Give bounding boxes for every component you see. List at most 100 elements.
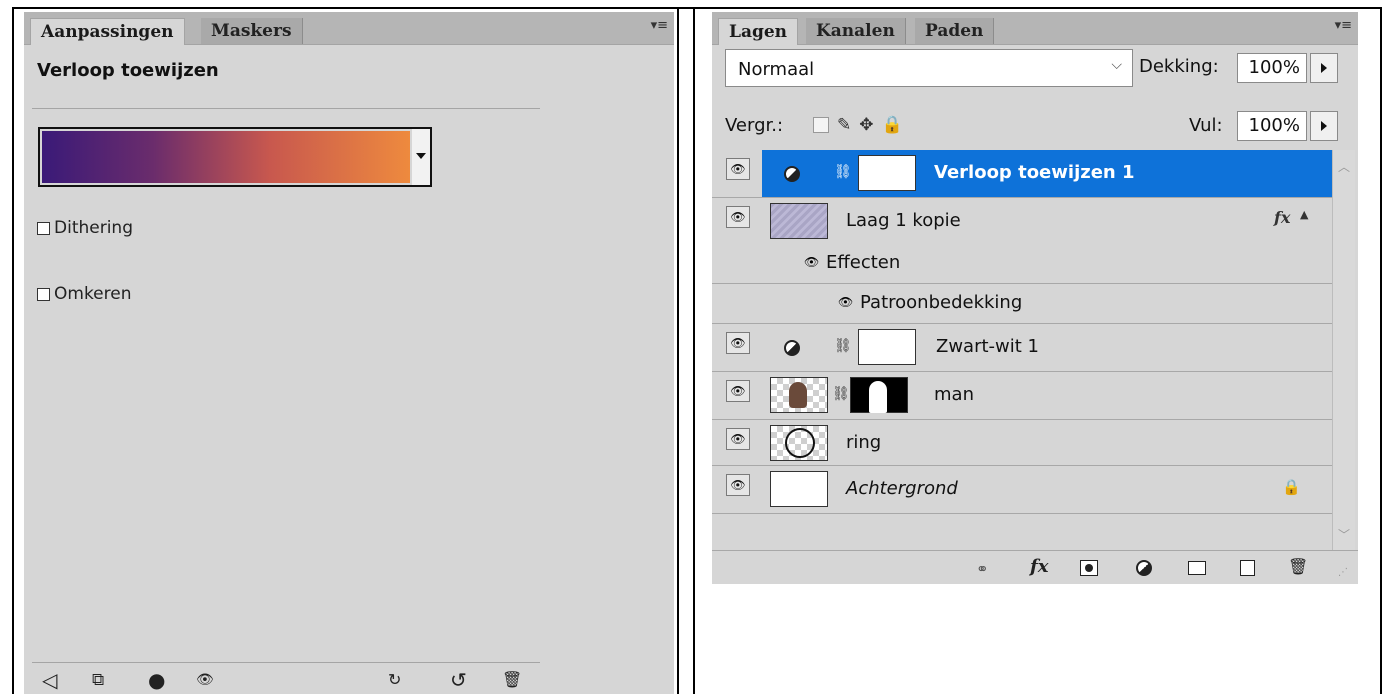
frame-divider-2 [693,7,695,694]
tab-lagen[interactable]: Lagen [718,18,799,45]
layer-name[interactable]: Achtergrond [846,478,958,499]
title-separator [32,108,540,109]
trash-icon[interactable]: 🗑 [502,668,522,692]
effects-label: Effecten [826,252,901,273]
opacity-slider-button[interactable] [1310,53,1338,83]
tab-maskers[interactable]: Maskers [201,18,303,44]
lock-label: Vergr.: [725,115,784,136]
layer-row-verloop-toewijzen-1[interactable]: 👁 ⛓ Verloop toewijzen 1 [712,150,1332,198]
opacity-field[interactable]: 100% [1237,53,1307,83]
layer-thumbnail[interactable] [770,377,828,413]
tab-aanpassingen[interactable]: Aanpassingen [30,18,185,45]
layer-name[interactable]: Laag 1 kopie [846,210,961,231]
dithering-checkbox[interactable] [37,221,50,235]
layer-row-man[interactable]: 👁 ⛓ man [712,372,1332,420]
new-layer-icon[interactable] [1240,560,1255,576]
visibility-eye-icon[interactable]: 👁 [196,668,214,692]
gradient-swatch[interactable] [42,131,410,183]
silhouette-icon [869,381,887,413]
layers-panel-menu-icon[interactable]: ▾≡ [1335,18,1352,33]
layer-row-effecten[interactable]: 👁 Effecten [712,244,1332,284]
expand-view-icon[interactable]: ⧉ [92,668,104,692]
chevron-down-icon: ⌵ [1111,57,1122,73]
layer-name[interactable]: ring [846,432,881,453]
layer-mask-thumbnail[interactable] [858,329,916,365]
scroll-up-icon[interactable]: ︿ [1338,158,1350,175]
adjustment-layer-icon [784,340,800,356]
adjustments-tabbar: Aanpassingen Maskers ▾≡ [24,12,674,45]
lock-pixels-icon[interactable]: ✎ [837,115,851,135]
link-layers-icon[interactable]: ⚭ [976,557,989,581]
gradient-picker[interactable] [38,127,414,187]
clip-to-layer-icon[interactable]: ● [148,668,165,692]
layer-thumbnail[interactable] [770,425,828,461]
fx-icon[interactable]: fx [1274,208,1290,227]
frame-top-border [12,7,1382,9]
dithering-option[interactable]: Dithering [37,218,133,238]
adjustment-title: Verloop toewijzen [37,60,219,81]
dithering-label: Dithering [54,218,133,238]
opacity-label: Dekking: [1139,56,1219,77]
resize-grip-icon[interactable]: ⋰ [1338,567,1348,578]
omkeren-option[interactable]: Omkeren [37,284,132,304]
blend-mode-select[interactable]: Normaal ⌵ [725,49,1133,87]
delete-layer-icon[interactable]: 🗑 [1288,555,1308,579]
visibility-eye-icon[interactable]: 👁 [726,428,750,450]
omkeren-checkbox[interactable] [37,287,50,301]
reset-icon[interactable]: ↺ [450,668,467,692]
chain-link-icon[interactable]: ⛓ [834,338,852,354]
lock-position-icon[interactable]: ✥ [859,115,873,135]
layer-mask-thumbnail[interactable] [850,377,908,413]
panel-menu-icon[interactable]: ▾≡ [651,18,668,33]
tab-kanalen[interactable]: Kanalen [806,18,906,44]
layers-panel: Lagen Kanalen Paden ▾≡ Normaal ⌵ Dekking… [712,12,1358,584]
add-mask-icon[interactable] [1080,560,1098,576]
layer-row-patroonbedekking[interactable]: 👁 Patroonbedekking [712,284,1332,324]
lock-transparency-icon[interactable] [813,117,829,133]
layer-row-achtergrond[interactable]: 👁 Achtergrond 🔒 [712,466,1332,514]
layers-tabbar: Lagen Kanalen Paden ▾≡ [712,12,1358,45]
view-previous-state-icon[interactable]: ↻ [388,668,401,692]
adjustment-layer-icon [784,166,800,182]
gradient-dropdown-button[interactable] [412,127,432,187]
chain-link-icon[interactable]: ⛓ [834,164,852,180]
frame-divider-1 [677,7,679,694]
layer-thumbnail[interactable] [770,471,828,507]
layer-name[interactable]: Zwart-wit 1 [936,336,1039,357]
layer-row-zwart-wit-1[interactable]: 👁 ⛓ Zwart-wit 1 [712,324,1332,372]
visibility-eye-icon[interactable]: 👁 [726,206,750,228]
effect-eye-icon[interactable]: 👁 [838,295,853,309]
blend-mode-value: Normaal [738,59,815,80]
chain-link-icon[interactable]: ⛓ [832,386,850,402]
lock-all-icon[interactable]: 🔒 [882,115,903,135]
back-arrow-icon[interactable]: ◁ [42,668,57,692]
layer-name[interactable]: Verloop toewijzen 1 [934,162,1135,183]
fill-label: Vul: [1189,115,1223,136]
footer-separator [32,662,540,663]
lock-controls: ✎ ✥ 🔒 [813,115,903,135]
visibility-eye-icon[interactable]: 👁 [726,158,750,180]
layer-mask-thumbnail[interactable] [858,155,916,191]
frame-left-border [12,7,14,694]
tab-paden[interactable]: Paden [915,18,995,44]
layers-footer: ⚭ fx 🗑 ⋰ [712,550,1358,585]
layer-style-fx-icon[interactable]: fx [1030,555,1048,579]
visibility-eye-icon[interactable]: 👁 [726,380,750,402]
lock-icon: 🔒 [1282,478,1301,496]
adjustments-panel: Aanpassingen Maskers ▾≡ Verloop toewijze… [24,12,674,694]
layer-thumbnail[interactable] [770,203,828,239]
new-adjustment-icon[interactable] [1136,560,1152,576]
fill-field[interactable]: 100% [1237,111,1307,141]
scroll-down-icon[interactable]: ﹀ [1338,526,1350,543]
layer-row-ring[interactable]: 👁 ring [712,420,1332,466]
effect-name[interactable]: Patroonbedekking [860,292,1022,313]
layer-name[interactable]: man [934,384,974,405]
effects-eye-icon[interactable]: 👁 [804,255,819,269]
fill-slider-button[interactable] [1310,111,1338,141]
expand-effects-icon[interactable]: ▲ [1300,208,1308,221]
visibility-eye-icon[interactable]: 👁 [726,332,750,354]
visibility-eye-icon[interactable]: 👁 [726,474,750,496]
layer-row-laag-1-kopie[interactable]: 👁 Laag 1 kopie fx ▲ [712,198,1332,244]
layers-scrollbar[interactable]: ︿ ﹀ [1332,150,1355,550]
new-group-icon[interactable] [1188,561,1206,575]
